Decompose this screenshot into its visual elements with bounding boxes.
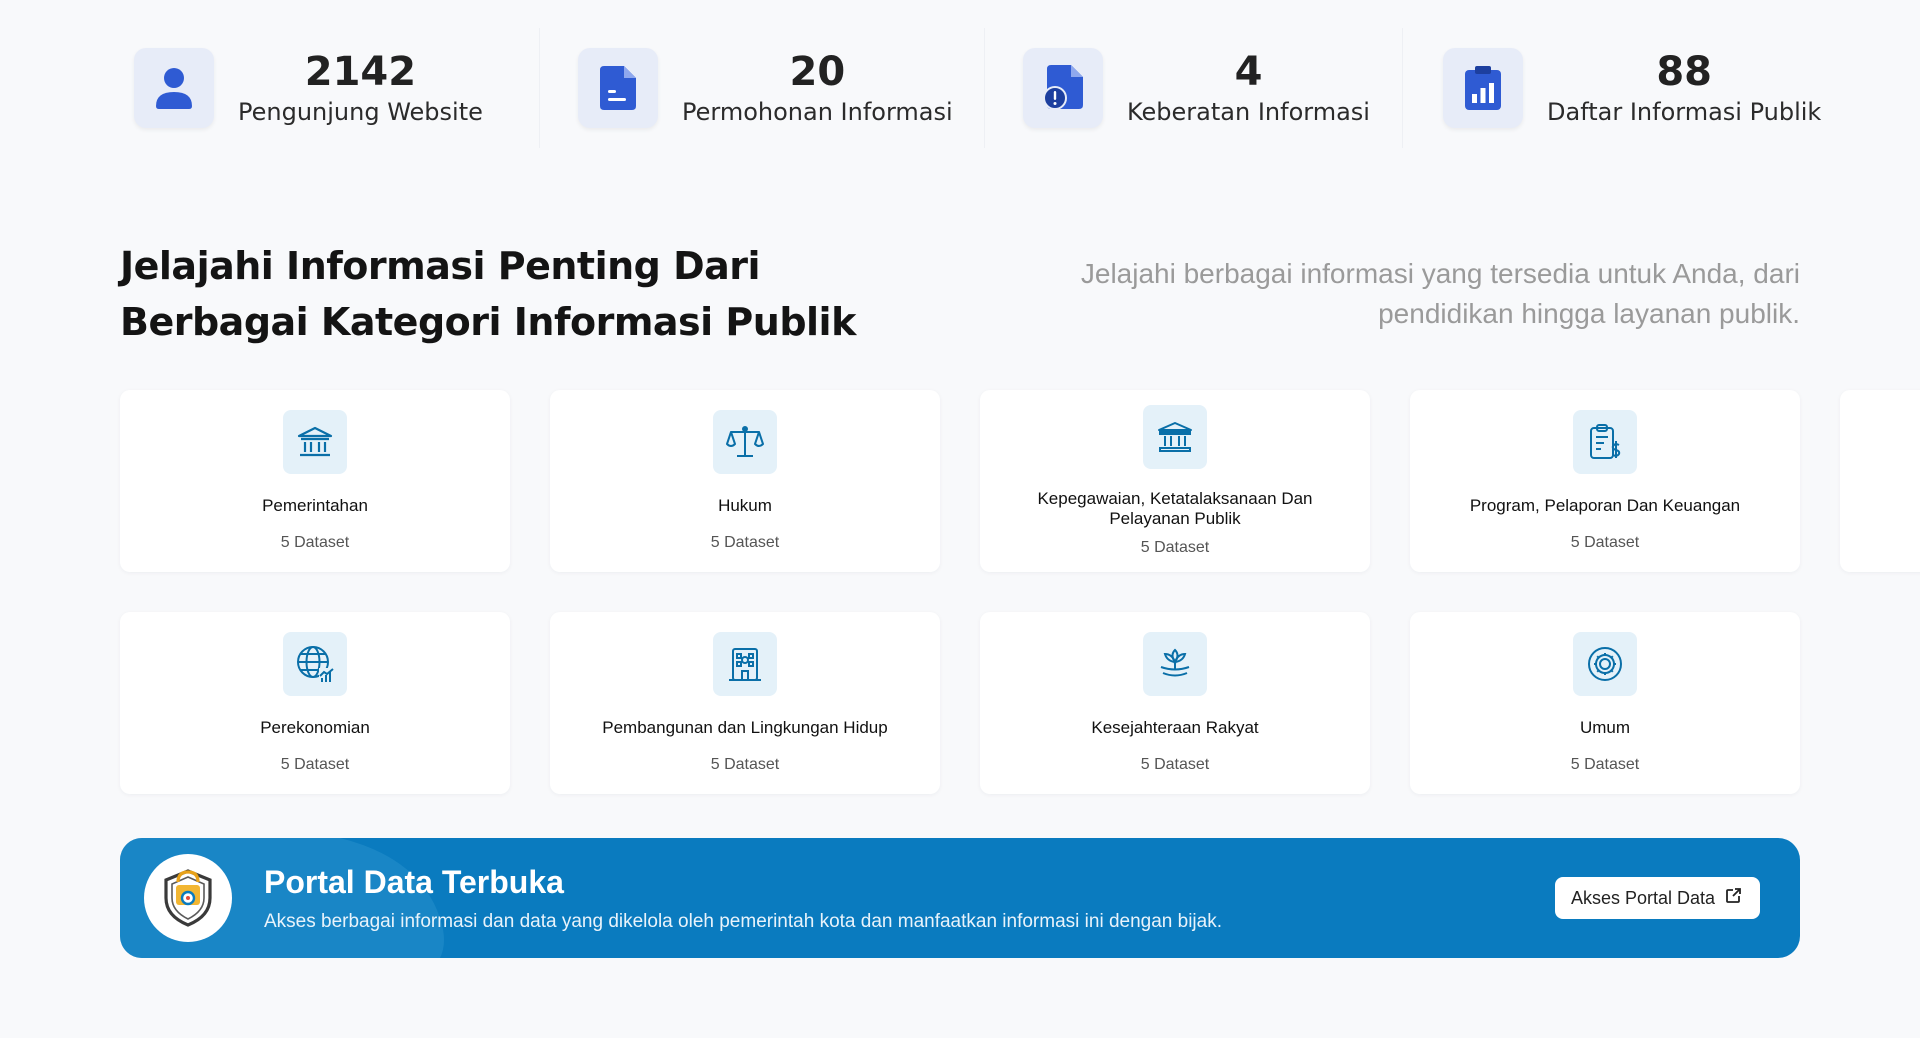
category-count: 5 Dataset bbox=[280, 534, 350, 551]
user-icon bbox=[134, 48, 214, 128]
category-count: 5 Dataset bbox=[1140, 756, 1210, 773]
category-count: 5 Dataset bbox=[710, 756, 780, 773]
institution-icon bbox=[1143, 405, 1207, 469]
finance-report-icon bbox=[1573, 410, 1637, 474]
category-card-kepegawaian[interactable]: Kepegawaian, Ketatalaksanaan Dan Pelayan… bbox=[980, 390, 1370, 572]
category-count: 5 Dataset bbox=[1140, 539, 1210, 556]
government-building-icon bbox=[283, 410, 347, 474]
stat-value: 4 bbox=[1234, 49, 1263, 95]
stat-public-info: 88 Daftar Informasi Publik bbox=[1403, 28, 1821, 148]
category-card-kesejahteraan[interactable]: Kesejahteraan Rakyat 5 Dataset bbox=[980, 612, 1370, 794]
category-title: Pemerintahan bbox=[262, 496, 368, 515]
category-title: Perekonomian bbox=[260, 718, 370, 737]
stat-label: Permohonan Informasi bbox=[682, 98, 953, 126]
access-portal-button[interactable]: Akses Portal Data bbox=[1554, 877, 1760, 919]
category-card-pemerintahan[interactable]: Pemerintahan 5 Dataset bbox=[120, 390, 510, 572]
category-card-umum[interactable]: Umum 5 Dataset bbox=[1410, 612, 1800, 794]
category-count: 5 Dataset bbox=[710, 534, 780, 551]
building-plan-icon bbox=[713, 632, 777, 696]
banner-description: Akses berbagai informasi dan data yang d… bbox=[264, 910, 1222, 932]
portal-logo-icon bbox=[144, 854, 232, 942]
stat-value: 20 bbox=[789, 49, 846, 95]
category-grid: Pemerintahan 5 Dataset Hukum 5 Dataset K… bbox=[120, 390, 1800, 794]
stat-label: Keberatan Informasi bbox=[1127, 98, 1370, 126]
stat-requests: 20 Permohonan Informasi bbox=[540, 28, 985, 148]
gear-circle-icon bbox=[1573, 632, 1637, 696]
document-alert-icon bbox=[1023, 48, 1103, 128]
scales-icon bbox=[713, 410, 777, 474]
category-title: Hukum bbox=[718, 496, 772, 515]
category-card-program[interactable]: Program, Pelaporan Dan Keuangan 5 Datase… bbox=[1410, 390, 1800, 572]
stat-value: 2142 bbox=[304, 49, 417, 95]
category-title: Pembangunan dan Lingkungan Hidup bbox=[602, 718, 888, 737]
category-card-pembangunan[interactable]: Pembangunan dan Lingkungan Hidup 5 Datas… bbox=[550, 612, 940, 794]
category-card-hukum[interactable]: Hukum 5 Dataset bbox=[550, 390, 940, 572]
category-count: 5 Dataset bbox=[280, 756, 350, 773]
hand-lotus-icon bbox=[1143, 632, 1207, 696]
access-portal-button-label: Akses Portal Data bbox=[1570, 887, 1715, 908]
banner-title: Portal Data Terbuka bbox=[264, 863, 564, 900]
section-subtitle: Jelajahi berbagai informasi yang tersedi… bbox=[1080, 258, 1800, 329]
category-count: 5 Dataset bbox=[1570, 534, 1640, 551]
stat-visitors: 2142 Pengunjung Website bbox=[120, 28, 540, 148]
category-card-partial[interactable] bbox=[1840, 390, 1920, 572]
clipboard-chart-icon bbox=[1443, 48, 1523, 128]
stat-value: 88 bbox=[1656, 49, 1712, 95]
section-title: Jelajahi Informasi Penting Dari Berbagai… bbox=[120, 244, 856, 344]
globe-chart-icon bbox=[283, 632, 347, 696]
category-count: 5 Dataset bbox=[1570, 756, 1640, 773]
category-title: Program, Pelaporan Dan Keuangan bbox=[1469, 496, 1741, 515]
category-title: Umum bbox=[1579, 718, 1631, 737]
stat-label: Pengunjung Website bbox=[238, 98, 483, 126]
external-link-icon bbox=[1725, 887, 1742, 909]
stat-objections: 4 Keberatan Informasi bbox=[985, 28, 1403, 148]
stats-bar: 2142 Pengunjung Website 20 Permohonan In… bbox=[120, 28, 1821, 148]
document-icon bbox=[578, 48, 658, 128]
open-data-banner: Portal Data Terbuka Akses berbagai infor… bbox=[120, 838, 1800, 958]
banner-text: Portal Data Terbuka Akses berbagai infor… bbox=[264, 864, 1222, 933]
category-card-perekonomian[interactable]: Perekonomian 5 Dataset bbox=[120, 612, 510, 794]
category-title: Kepegawaian, Ketatalaksanaan Dan Pelayan… bbox=[1037, 489, 1313, 528]
category-title: Kesejahteraan Rakyat bbox=[1091, 718, 1259, 737]
stat-label: Daftar Informasi Publik bbox=[1547, 98, 1822, 126]
